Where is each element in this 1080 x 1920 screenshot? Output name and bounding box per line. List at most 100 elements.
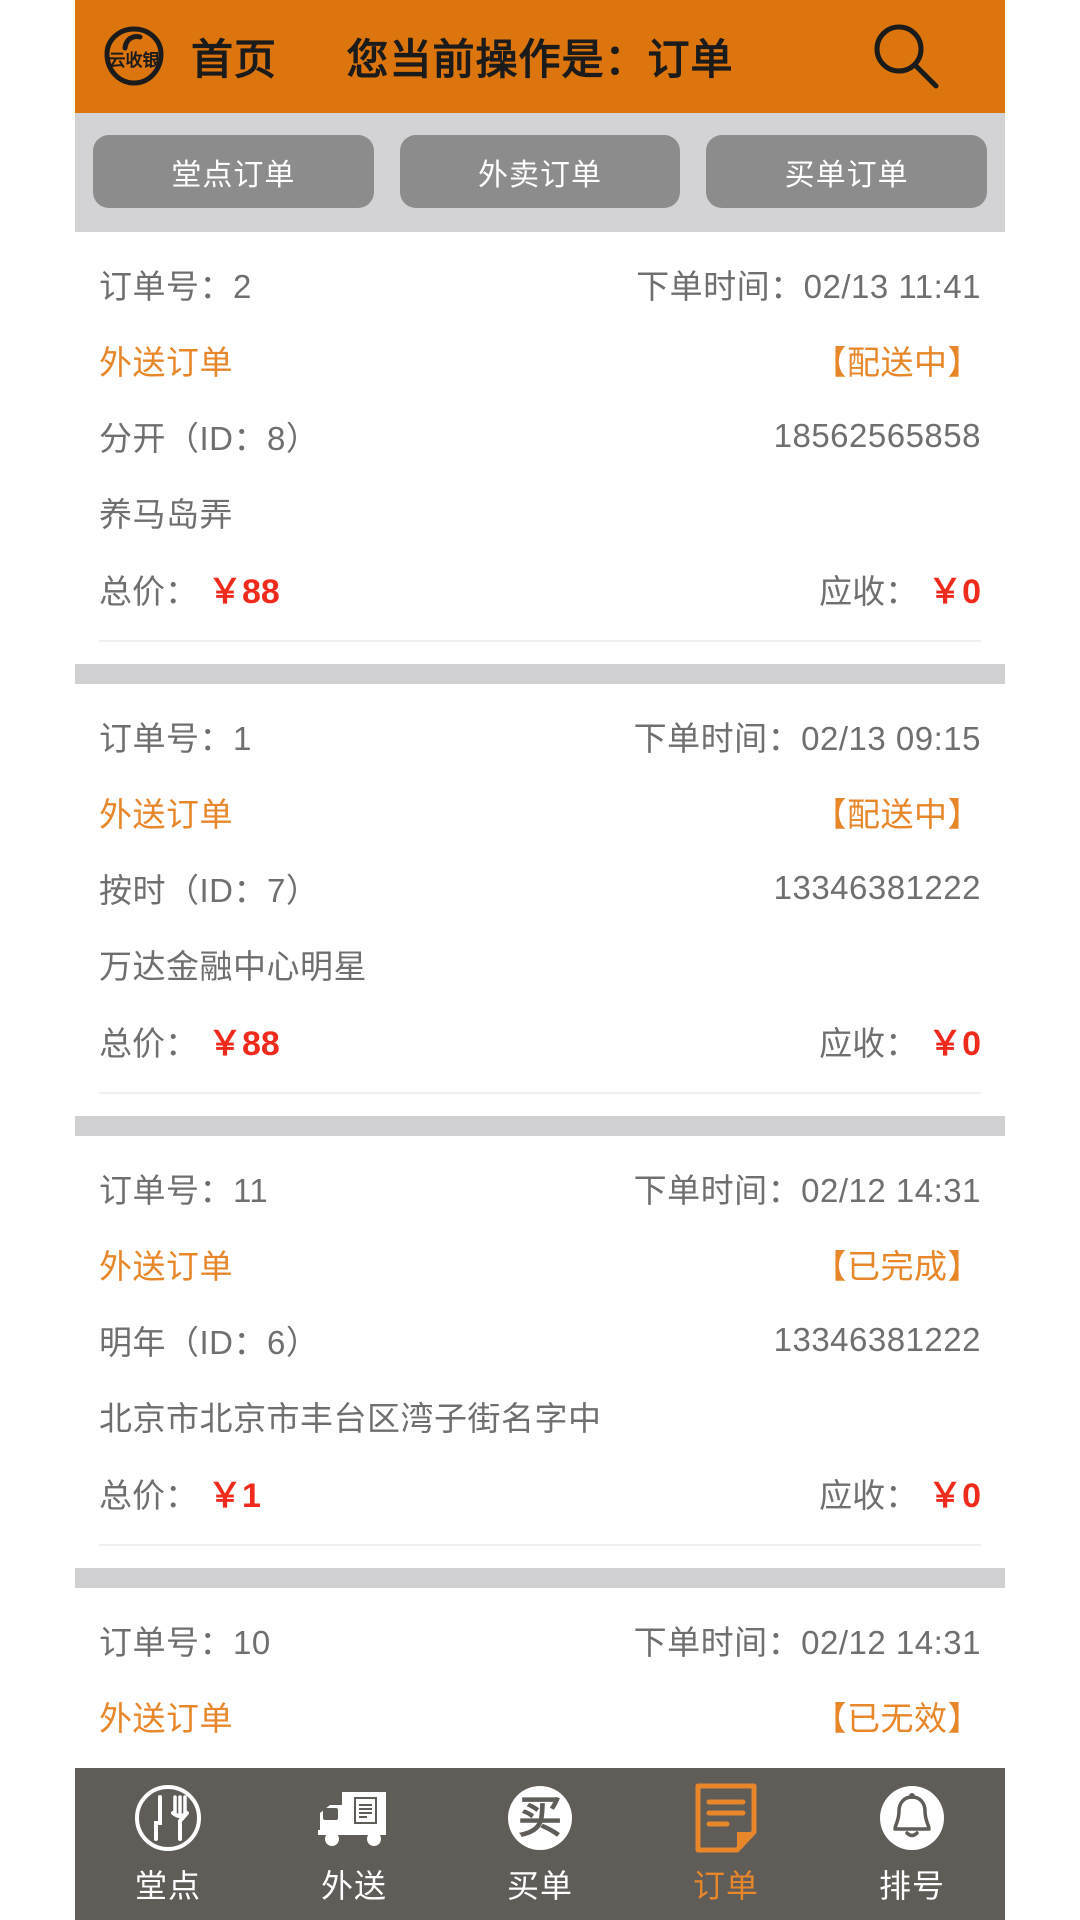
total-price-value: ￥88 [208, 1024, 280, 1063]
tab-dinein-orders[interactable]: 堂点订单 [93, 135, 374, 208]
total-price-label: 总价： [99, 1476, 198, 1514]
nav-label-queue: 排号 [878, 1868, 945, 1904]
order-header-row: 订单号：1 下单时间：02/13 09:15 [99, 698, 981, 774]
bell-icon [877, 1781, 947, 1855]
customer-phone: 13346381222 [773, 869, 981, 906]
status-badge: 【配送中】 [813, 796, 981, 833]
nav-item-dinein[interactable]: 堂点 [75, 1768, 261, 1920]
delivery-address: 万达金融中心明星 [99, 948, 367, 985]
nav-label-orders: 订单 [692, 1868, 759, 1904]
customer-name: 分开（ID：8） [99, 420, 320, 457]
order-type-row: 外送订单 【已完成】 [99, 1226, 981, 1302]
customer-phone: 18562565858 [773, 417, 981, 454]
order-address-row: 万达金融中心明星 [99, 926, 981, 1002]
cloud-logo-icon: 云收银 [95, 24, 173, 90]
bottom-navigation: 堂点 外送 买 买单 订单 排号 [75, 1768, 1005, 1920]
order-customer-row: 分开（ID：8） 18562565858 [99, 398, 981, 474]
order-number: 订单号：11 [99, 1172, 269, 1209]
total-price: 总价： ￥1 [99, 1468, 261, 1517]
order-address-row: 养马岛弄 [99, 474, 981, 550]
delivery-truck-icon [316, 1781, 392, 1855]
delivery-address: 北京市北京市丰台区湾子街名字中 [99, 1400, 602, 1437]
order-address-row: 北京市北京市丰台区湾子街名字中 [99, 1378, 981, 1454]
receivable-value: ￥0 [928, 572, 981, 611]
receivable-label: 应收： [819, 1476, 919, 1514]
customer-name: 明年（ID：6） [99, 1324, 320, 1361]
receivable-value: ￥0 [928, 1476, 981, 1515]
receivable-label: 应收： [819, 572, 919, 610]
search-icon [874, 24, 939, 88]
order-type-row: 外送订单 【配送中】 [99, 322, 981, 398]
order-price-row: 总价： ￥88 应收： ￥0 [99, 1002, 981, 1078]
receivable-price: 应收： ￥0 [819, 1016, 981, 1065]
order-customer-row: 明年（ID：6） 13346381222 [99, 1302, 981, 1378]
tab-checkout-orders[interactable]: 买单订单 [706, 135, 988, 208]
order-price-row: 总价： ￥1 应收： ￥0 [99, 1454, 981, 1530]
svg-text:买: 买 [518, 1793, 562, 1842]
order-card[interactable]: 订单号：11 下单时间：02/12 14:31 外送订单 【已完成】 明年（ID… [75, 1136, 1005, 1568]
customer-phone: 13346381222 [773, 1321, 981, 1358]
order-price-row: 总价： ￥88 应收： ￥0 [99, 550, 981, 626]
receivable-label: 应收： [819, 1024, 919, 1062]
order-type: 外送订单 [99, 1700, 233, 1737]
order-card[interactable]: 订单号：10 下单时间：02/12 14:31 外送订单 【已无效】 [75, 1588, 1005, 1754]
nav-item-orders[interactable]: 订单 [633, 1768, 819, 1920]
status-badge: 【配送中】 [813, 344, 981, 381]
total-price-label: 总价： [99, 1024, 198, 1062]
order-type-row: 外送订单 【配送中】 [99, 774, 981, 850]
order-type: 外送订单 [99, 796, 233, 833]
order-type-tabbar: 堂点订单 外卖订单 买单订单 [75, 113, 1005, 232]
total-price: 总价： ￥88 [99, 1016, 280, 1065]
svg-text:云收银: 云收银 [109, 50, 161, 70]
cutlery-plate-icon [133, 1781, 203, 1855]
order-header-row: 订单号：10 下单时间：02/12 14:31 [99, 1602, 981, 1678]
nav-item-queue[interactable]: 排号 [819, 1768, 1005, 1920]
nav-label-delivery: 外送 [320, 1868, 387, 1904]
search-button[interactable] [863, 14, 949, 100]
order-card[interactable]: 订单号：2 下单时间：02/13 11:41 外送订单 【配送中】 分开（ID：… [75, 232, 1005, 664]
card-separator [75, 664, 1005, 684]
order-number: 订单号：10 [99, 1624, 271, 1661]
order-time: 下单时间：02/12 14:31 [633, 1172, 981, 1209]
home-label[interactable]: 首页 [191, 26, 277, 87]
nav-label-dinein: 堂点 [134, 1868, 201, 1904]
app-root: 云收银 首页 您当前操作是：订单 堂点订单 外卖订单 买单订单 订单号：2 下单… [0, 0, 1080, 1920]
order-number: 订单号：1 [99, 720, 252, 757]
page-title: 您当前操作是：订单 [346, 36, 734, 83]
order-number: 订单号：2 [99, 268, 252, 305]
card-separator [75, 1568, 1005, 1588]
buy-circle-icon: 买 [505, 1781, 575, 1855]
nav-item-checkout[interactable]: 买 买单 [447, 1768, 633, 1920]
receivable-price: 应收： ￥0 [819, 564, 981, 613]
order-time: 下单时间：02/13 11:41 [636, 268, 981, 305]
total-price-value: ￥88 [208, 572, 280, 611]
tab-takeout-orders[interactable]: 外卖订单 [399, 135, 681, 208]
order-type: 外送订单 [99, 1248, 233, 1285]
order-list[interactable]: 订单号：2 下单时间：02/13 11:41 外送订单 【配送中】 分开（ID：… [75, 232, 1005, 1768]
status-badge: 【已完成】 [813, 1248, 981, 1285]
order-card[interactable]: 订单号：1 下单时间：02/13 09:15 外送订单 【配送中】 按时（ID：… [75, 684, 1005, 1116]
delivery-address: 养马岛弄 [99, 496, 233, 533]
nav-label-checkout: 买单 [506, 1868, 573, 1904]
order-header-row: 订单号：2 下单时间：02/13 11:41 [99, 246, 981, 322]
app-header: 云收银 首页 您当前操作是：订单 [75, 0, 1005, 113]
order-header-row: 订单号：11 下单时间：02/12 14:31 [99, 1150, 981, 1226]
card-separator [75, 1116, 1005, 1136]
nav-item-delivery[interactable]: 外送 [261, 1768, 447, 1920]
order-time: 下单时间：02/13 09:15 [633, 720, 981, 757]
receivable-value: ￥0 [928, 1024, 981, 1063]
total-price-label: 总价： [99, 572, 198, 610]
receivable-price: 应收： ￥0 [819, 1468, 981, 1517]
order-document-icon [693, 1781, 759, 1855]
order-type: 外送订单 [99, 344, 233, 381]
order-time: 下单时间：02/12 14:31 [633, 1624, 981, 1661]
order-customer-row: 按时（ID：7） 13346381222 [99, 850, 981, 926]
status-badge: 【已无效】 [813, 1700, 981, 1737]
total-price-value: ￥1 [208, 1476, 261, 1515]
